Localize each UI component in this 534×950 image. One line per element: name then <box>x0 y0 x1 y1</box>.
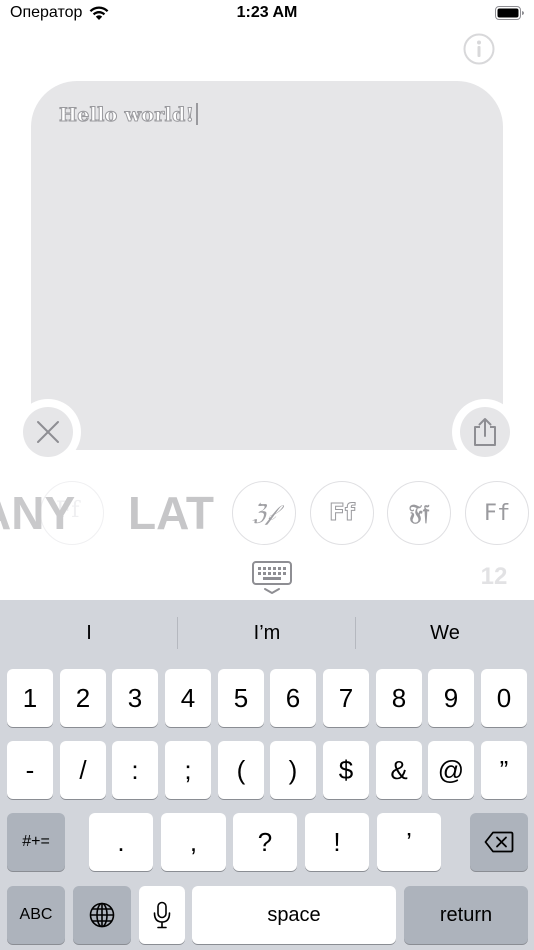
key-0[interactable]: 0 <box>481 669 527 727</box>
key-quote[interactable]: ” <box>481 741 527 799</box>
key-exclamation[interactable]: ! <box>305 813 369 871</box>
keyboard-hide-icon <box>252 561 292 594</box>
key-apostrophe[interactable]: ’ <box>377 813 441 871</box>
style-glyph: Ff <box>329 500 356 527</box>
category-lat[interactable]: LAT <box>128 488 214 538</box>
info-button[interactable] <box>463 33 495 65</box>
key-2[interactable]: 2 <box>60 669 106 727</box>
share-button[interactable] <box>452 399 518 465</box>
key-hyphen[interactable]: - <box>7 741 53 799</box>
key-semicolon[interactable]: ; <box>165 741 211 799</box>
globe-icon <box>89 902 115 928</box>
style-strip[interactable]: Ff ANY LAT ℨ𝒻 Ff 𝔉𝔣 Ff <box>0 478 534 548</box>
key-dollar[interactable]: $ <box>323 741 369 799</box>
key-comma[interactable]: , <box>161 813 226 871</box>
globe-key[interactable] <box>73 886 131 944</box>
key-open-paren[interactable]: ( <box>218 741 264 799</box>
key-colon[interactable]: : <box>112 741 158 799</box>
key-more-symbols[interactable]: #+= <box>7 813 65 871</box>
close-icon <box>37 421 59 443</box>
key-5[interactable]: 5 <box>218 669 264 727</box>
style-button-mono[interactable]: Ff <box>465 481 529 545</box>
delete-key[interactable] <box>470 813 528 871</box>
status-time: 1:23 AM <box>236 4 298 21</box>
return-key[interactable]: return <box>404 886 528 944</box>
text-input[interactable]: Hello world! <box>58 103 199 127</box>
space-key[interactable]: space <box>192 886 396 944</box>
suggestion-item[interactable]: We <box>356 616 534 650</box>
dictation-key[interactable] <box>139 886 185 944</box>
style-button-script[interactable]: ℨ𝒻 <box>232 481 296 545</box>
text-caret <box>196 103 199 125</box>
key-slash[interactable]: / <box>60 741 106 799</box>
key-abc[interactable]: ABC <box>7 886 65 944</box>
share-icon <box>474 418 496 446</box>
key-close-paren[interactable]: ) <box>270 741 316 799</box>
microphone-icon <box>153 901 171 929</box>
key-question[interactable]: ? <box>233 813 297 871</box>
category-any[interactable]: ANY <box>0 488 75 538</box>
style-button-outline[interactable]: Ff <box>310 481 374 545</box>
key-at[interactable]: @ <box>428 741 474 799</box>
suggestion-bar: I I’m We <box>0 600 534 666</box>
keyboard-hide-button[interactable] <box>251 560 295 596</box>
status-bar: Оператор 1:23 AM <box>0 0 534 30</box>
key-period[interactable]: . <box>89 813 153 871</box>
suggestion-item[interactable]: I <box>0 616 178 650</box>
key-9[interactable]: 9 <box>428 669 474 727</box>
text-value: Hello world! <box>58 104 195 127</box>
key-3[interactable]: 3 <box>112 669 158 727</box>
key-ampersand[interactable]: & <box>376 741 422 799</box>
battery-icon <box>495 6 525 26</box>
key-8[interactable]: 8 <box>376 669 422 727</box>
style-button-fraktur[interactable]: 𝔉𝔣 <box>387 481 451 545</box>
style-glyph: ℨ𝒻 <box>252 500 276 526</box>
font-size-label[interactable]: 12 <box>470 563 518 591</box>
info-icon <box>463 33 495 65</box>
delete-icon <box>484 831 514 853</box>
clear-button[interactable] <box>15 399 81 465</box>
style-glyph: 𝔉𝔣 <box>408 500 430 526</box>
key-7[interactable]: 7 <box>323 669 369 727</box>
suggestion-item[interactable]: I’m <box>178 616 356 650</box>
key-4[interactable]: 4 <box>165 669 211 727</box>
style-glyph: Ff <box>483 500 511 526</box>
key-6[interactable]: 6 <box>270 669 316 727</box>
key-1[interactable]: 1 <box>7 669 53 727</box>
text-editor[interactable]: Hello world! <box>31 81 503 450</box>
